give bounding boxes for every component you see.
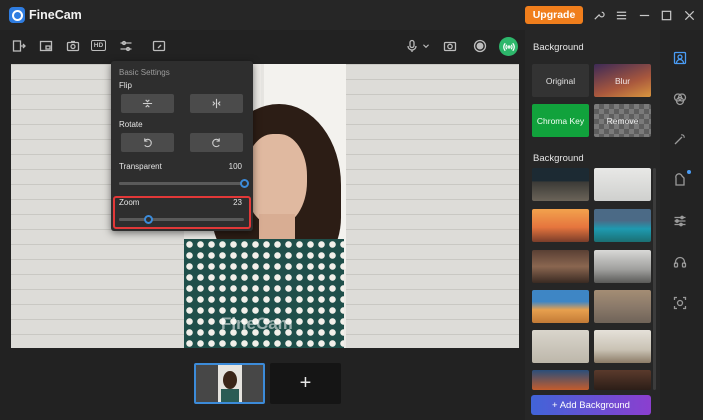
app-title: FineCam: [29, 8, 82, 22]
microphone-icon[interactable]: [404, 38, 420, 54]
close-icon[interactable]: [681, 7, 697, 23]
settings-sliders-icon[interactable]: [118, 38, 134, 54]
background-scrollbar[interactable]: [653, 168, 656, 390]
wrench-icon[interactable]: [590, 7, 606, 23]
minimize-icon[interactable]: [636, 7, 652, 23]
background-thumbnail[interactable]: [532, 250, 589, 283]
background-section-title: Background: [533, 42, 584, 53]
scene-thumbnail-image: [217, 365, 242, 402]
magic-wand-icon[interactable]: [672, 131, 688, 147]
rotate-right-icon: [212, 138, 220, 148]
maximize-icon[interactable]: [658, 7, 674, 23]
menu-icon[interactable]: [613, 7, 629, 23]
flip-label: Flip: [119, 81, 132, 90]
background-thumbnail[interactable]: [532, 209, 589, 242]
flip-horizontal-icon: [212, 98, 221, 109]
background-remove-option[interactable]: Remove: [594, 104, 651, 137]
background-thumbnail[interactable]: [532, 370, 589, 390]
live-broadcast-icon[interactable]: [499, 37, 518, 56]
background-thumbnail[interactable]: [532, 330, 589, 363]
finecam-window: FineCam Upgrade HD FineCam Basic Setting…: [0, 0, 703, 420]
background-chroma-key-option[interactable]: Chroma Key: [532, 104, 589, 137]
picture-in-picture-icon[interactable]: [38, 38, 54, 54]
background-thumbnail[interactable]: [532, 290, 589, 323]
flip-vertical-button[interactable]: [121, 94, 174, 113]
finecam-watermark: FineCam: [221, 314, 293, 333]
transparent-slider-knob[interactable]: [240, 179, 249, 188]
background-original-option[interactable]: Original: [532, 64, 589, 97]
snapshot-icon[interactable]: [442, 38, 458, 54]
headset-icon[interactable]: [672, 254, 688, 270]
face-scan-icon[interactable]: [672, 295, 688, 311]
hd-icon[interactable]: HD: [91, 40, 106, 51]
rotate-left-button[interactable]: [121, 133, 174, 152]
title-bar: FineCam Upgrade: [0, 0, 703, 30]
filters-icon[interactable]: [672, 91, 688, 107]
rotate-label: Rotate: [119, 120, 143, 129]
rotate-left-icon: [144, 138, 152, 148]
sticker-icon[interactable]: [672, 172, 688, 188]
background-gallery-title: Background: [533, 153, 584, 164]
background-thumbnail[interactable]: [594, 168, 651, 201]
scene-thumbnail-active[interactable]: [194, 363, 265, 404]
add-background-button[interactable]: + Add Background: [531, 395, 651, 415]
transparent-slider-fill: [119, 182, 244, 185]
exit-presentation-icon[interactable]: [11, 38, 27, 54]
transparent-slider[interactable]: [119, 179, 249, 188]
chevron-down-icon[interactable]: [420, 38, 432, 54]
record-icon[interactable]: [472, 38, 488, 54]
background-thumbnail[interactable]: [594, 250, 651, 283]
whiteboard-icon[interactable]: [151, 38, 167, 54]
basic-settings-title: Basic Settings: [119, 68, 170, 77]
transparent-label: Transparent: [119, 162, 162, 171]
background-thumbnail[interactable]: [594, 290, 651, 323]
background-thumbnail[interactable]: [532, 168, 589, 201]
new-indicator-dot: [687, 170, 691, 174]
camera-switch-icon[interactable]: [65, 38, 81, 54]
person-face: [245, 134, 307, 226]
background-blur-option[interactable]: Blur: [594, 64, 651, 97]
background-thumbnail[interactable]: [594, 330, 651, 363]
transparent-value: 100: [228, 162, 242, 171]
finecam-logo-icon: [9, 7, 25, 23]
flip-vertical-icon: [142, 99, 153, 108]
adjust-sliders-icon[interactable]: [672, 213, 688, 229]
zoom-highlight-box: [113, 196, 251, 229]
rotate-right-button[interactable]: [190, 133, 243, 152]
camera-preview[interactable]: FineCam: [11, 64, 519, 348]
add-scene-button[interactable]: +: [270, 363, 341, 404]
background-thumbnail[interactable]: [594, 209, 651, 242]
flip-horizontal-button[interactable]: [190, 94, 243, 113]
person-background-icon[interactable]: [672, 50, 688, 66]
background-thumbnail[interactable]: [594, 370, 651, 390]
upgrade-button[interactable]: Upgrade: [525, 6, 583, 24]
